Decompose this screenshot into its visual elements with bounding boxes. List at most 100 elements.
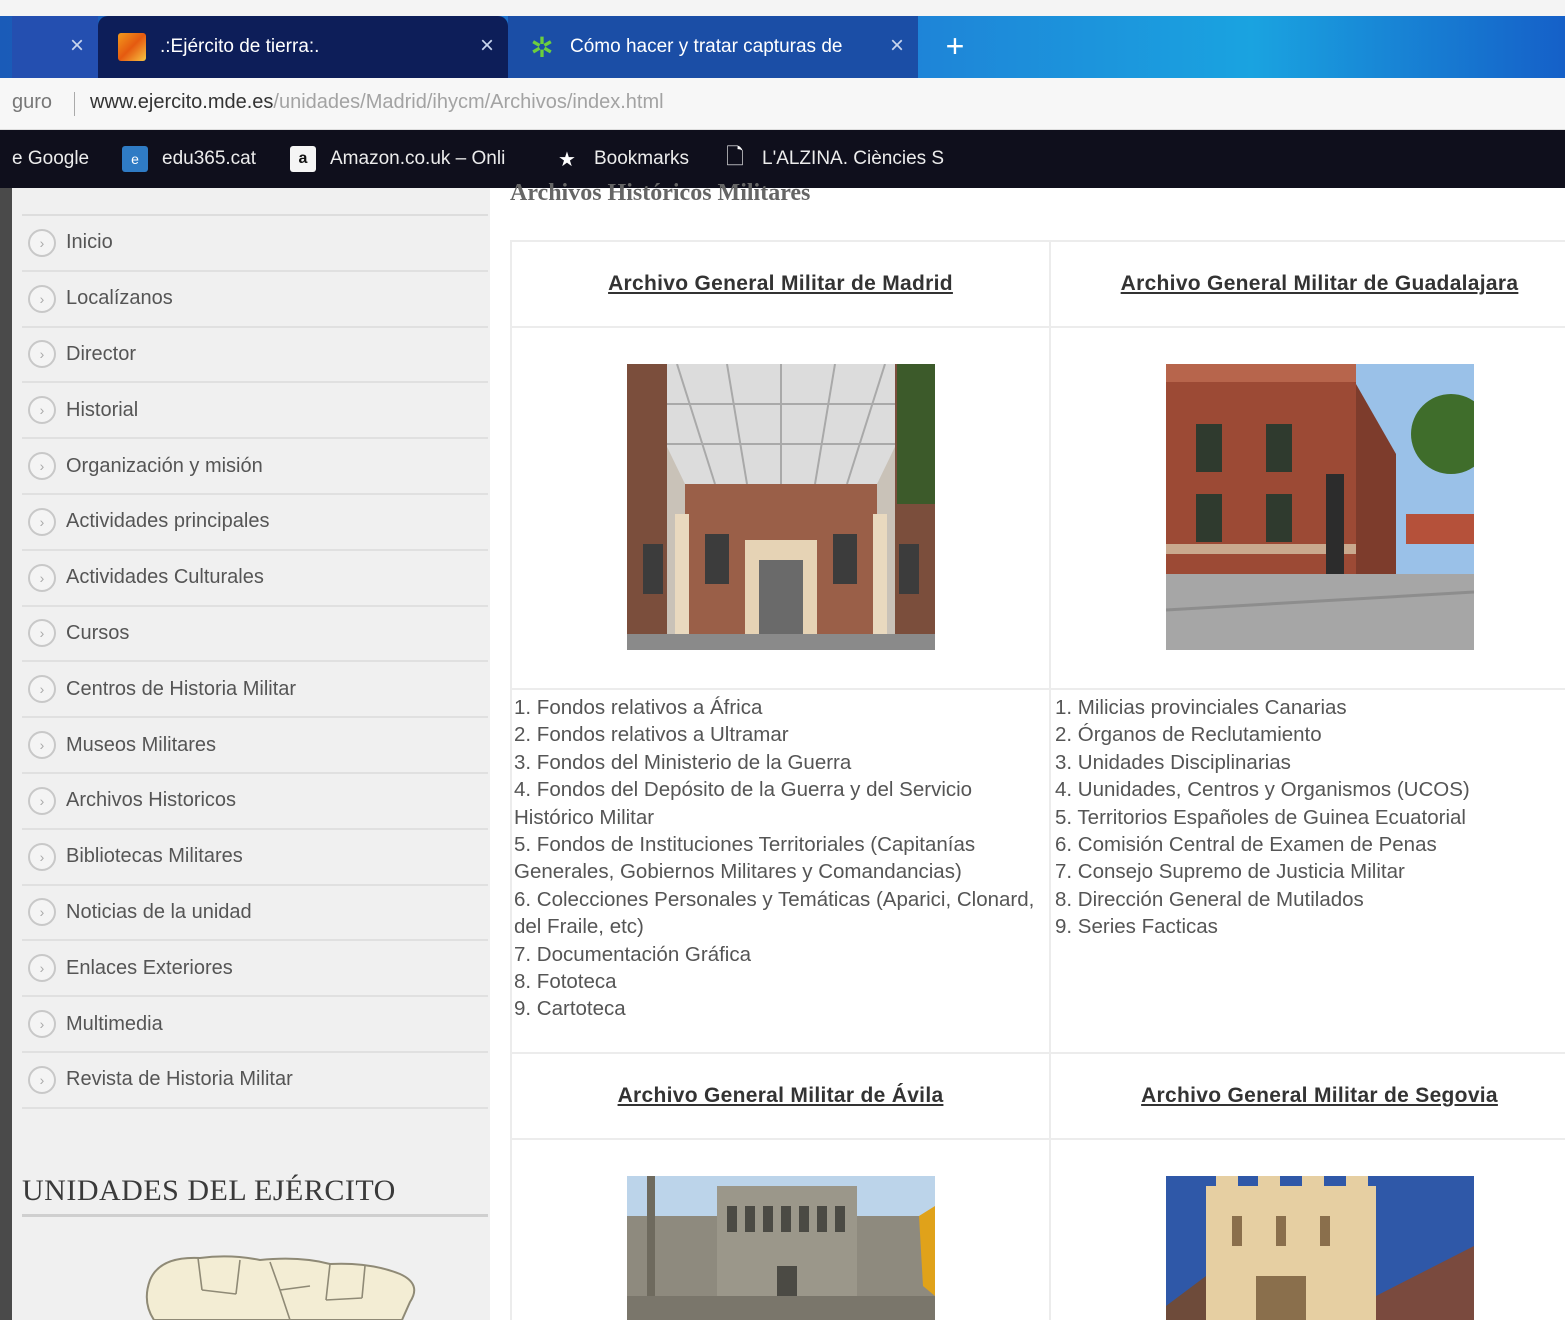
- segovia-archive-photo[interactable]: [1165, 1176, 1474, 1320]
- sidebar-item-inicio[interactable]: › Inicio: [22, 216, 488, 272]
- spain-map-icon[interactable]: [140, 1250, 420, 1320]
- sidebar-item-label: Multimedia: [66, 1012, 163, 1035]
- list-item: 5. Fondos de Instituciones Territoriales…: [514, 833, 976, 884]
- sidebar-item-label: Inicio: [66, 231, 113, 254]
- sidebar-item-bibliotecas[interactable]: › Bibliotecas Militares: [22, 829, 488, 886]
- edu365-icon: e: [122, 146, 148, 172]
- arrow-circle-icon: ›: [28, 619, 56, 648]
- list-item: 5. Territorios Españoles de Guinea Ecuat…: [1055, 805, 1466, 829]
- bookmark-label: L'ALZINA. Ciències S: [762, 148, 945, 169]
- archive-title-cell: Archivo General Militar de Segovia: [1049, 1052, 1565, 1140]
- archive-fondos-list: 1. Fondos relativos a África 2. Fondos r…: [510, 688, 1051, 1054]
- madrid-archive-photo[interactable]: [626, 364, 935, 650]
- leaf-favicon-icon: ✲: [530, 31, 554, 63]
- arrow-circle-icon: ›: [28, 898, 56, 927]
- sidebar-item-label: Noticias de la unidad: [66, 900, 252, 923]
- sidebar-menu: › Inicio › Localízanos › Director › Historia…: [22, 214, 488, 1109]
- sidebar-item-archivos[interactable]: › Archivos Historicos: [22, 773, 488, 830]
- sidebar-item-label: Director: [66, 342, 137, 365]
- sidebar-item-label: Archivos Historicos: [66, 789, 237, 812]
- star-icon: ★: [558, 148, 576, 171]
- sidebar-item-localizanos[interactable]: › Localízanos: [22, 271, 488, 328]
- units-heading: UNIDADES DEL EJÉRCITO: [22, 1174, 396, 1207]
- sidebar-item-enlaces[interactable]: › Enlaces Exteriores: [22, 941, 488, 998]
- sidebar-item-actividades-principales[interactable]: › Actividades principales: [22, 494, 488, 551]
- window-top-strip: [0, 0, 1565, 16]
- list-item: 7. Consejo Supremo de Justicia Militar: [1055, 860, 1405, 884]
- arrow-circle-icon: ›: [28, 731, 56, 760]
- list-item: 3. Fondos del Ministerio de la Guerra: [514, 750, 852, 774]
- close-tab-icon[interactable]: ×: [890, 34, 904, 58]
- list-item: 3. Unidades Disciplinarias: [1055, 750, 1291, 774]
- archive-photo-cell: [1049, 1138, 1565, 1320]
- list-item: 6. Comisión Central de Examen de Penas: [1055, 833, 1437, 857]
- sidebar-item-cursos[interactable]: › Cursos: [22, 606, 488, 663]
- list-item: 9. Series Facticas: [1055, 915, 1218, 939]
- tab-title: Cómo hacer y tratar capturas de: [570, 36, 843, 57]
- security-label[interactable]: guro: [12, 91, 52, 114]
- web-page: › Inicio › Localízanos › Director › Historia…: [0, 180, 1565, 1320]
- sidebar-item-label: Enlaces Exteriores: [66, 956, 233, 979]
- close-tab-icon[interactable]: ×: [70, 34, 84, 58]
- bookmark-google[interactable]: e Google: [12, 130, 89, 188]
- archive-segovia-link[interactable]: Archivo General Militar de Segovia: [1141, 1084, 1498, 1107]
- sidebar-item-revista[interactable]: › Revista de Historia Militar: [22, 1052, 488, 1109]
- archive-madrid-link[interactable]: Archivo General Militar de Madrid: [608, 272, 953, 295]
- new-tab-button[interactable]: +: [936, 28, 974, 66]
- page-title: Archivos Históricos Militares: [510, 180, 811, 206]
- archive-photo-cell: [1049, 326, 1565, 690]
- tab-ejercito[interactable]: .:Ejército de tierra:. ×: [98, 16, 508, 78]
- archive-guadalajara-link[interactable]: Archivo General Militar de Guadalajara: [1121, 272, 1519, 295]
- sidebar-item-label: Centros de Historia Militar: [66, 677, 297, 700]
- amazon-icon: a: [290, 146, 316, 172]
- arrow-circle-icon: ›: [28, 396, 56, 425]
- arrow-circle-icon: ›: [28, 786, 56, 815]
- list-item: 1. Milicias provinciales Canarias: [1055, 696, 1347, 719]
- sidebar-item-historial[interactable]: › Historial: [22, 383, 488, 440]
- sidebar-item-label: Museos Militares: [66, 733, 217, 756]
- sidebar-item-label: Localízanos: [66, 287, 173, 310]
- guadalajara-archive-photo[interactable]: [1165, 364, 1474, 650]
- list-item: 9. Cartoteca: [514, 997, 626, 1021]
- sidebar-item-multimedia[interactable]: › Multimedia: [22, 997, 488, 1053]
- address-separator: [74, 92, 75, 116]
- sidebar-item-label: Cursos: [66, 621, 130, 644]
- sidebar-item-organizacion[interactable]: › Organización y misión: [22, 439, 488, 495]
- list-item: 8. Dirección General de Mutilados: [1055, 887, 1364, 911]
- tab-capturas[interactable]: ✲ Cómo hacer y tratar capturas de ×: [508, 16, 918, 78]
- sidebar-item-noticias[interactable]: › Noticias de la unidad: [22, 885, 488, 942]
- list-item: 4. Uunidades, Centros y Organismos (UCOS…: [1055, 778, 1470, 802]
- sidebar-item-museos[interactable]: › Museos Militares: [22, 718, 488, 774]
- url-text[interactable]: www.ejercito.mde.es/unidades/Madrid/ihyc…: [90, 91, 664, 114]
- close-tab-icon[interactable]: ×: [480, 34, 494, 58]
- arrow-circle-icon: ›: [28, 1065, 56, 1094]
- sidebar-item-director[interactable]: › Director: [22, 327, 488, 384]
- address-bar[interactable]: guro www.ejercito.mde.es/unidades/Madrid…: [0, 78, 1565, 130]
- arrow-circle-icon: ›: [28, 1010, 56, 1039]
- sidebar-item-centros[interactable]: › Centros de Historia Militar: [22, 662, 488, 719]
- arrow-circle-icon: ›: [28, 452, 56, 481]
- arrow-circle-icon: ›: [28, 228, 56, 257]
- sidebar-item-label: Actividades Culturales: [66, 566, 264, 589]
- archives-table: Archivo General Militar de Madrid Archiv…: [510, 240, 1565, 1320]
- list-item: 2. Órganos de Reclutamiento: [1055, 723, 1322, 747]
- avila-archive-photo[interactable]: [626, 1176, 935, 1320]
- list-item: 8. Fototeca: [514, 970, 617, 994]
- document-icon: 🗋: [726, 144, 744, 169]
- bookmark-amazon[interactable]: a Amazon.co.uk – Onli: [290, 130, 505, 188]
- arrow-circle-icon: ›: [28, 675, 56, 704]
- sidebar-item-actividades-culturales[interactable]: › Actividades Culturales: [22, 550, 488, 607]
- bookmark-edu365[interactable]: e edu365.cat: [122, 130, 256, 188]
- bookmark-label: Bookmarks: [594, 148, 690, 169]
- tab-bar: × .:Ejército de tierra:. × ✲ Cómo hacer …: [0, 16, 1565, 78]
- sidebar-item-label: Organización y misión: [66, 454, 263, 477]
- url-host: www.ejercito.mde.es: [90, 91, 274, 113]
- url-path: /unidades/Madrid/ihycm/Archivos/index.ht…: [273, 91, 664, 113]
- archive-avila-link[interactable]: Archivo General Militar de Ávila: [618, 1084, 944, 1107]
- sidebar-item-label: Bibliotecas Militares: [66, 845, 243, 868]
- sidebar: › Inicio › Localízanos › Director › Historia…: [12, 188, 490, 1320]
- archive-photo-cell: [510, 1138, 1051, 1320]
- archive-title-cell: Archivo General Militar de Ávila: [510, 1052, 1051, 1140]
- tab-previous[interactable]: ×: [12, 16, 98, 78]
- units-divider: [22, 1214, 488, 1217]
